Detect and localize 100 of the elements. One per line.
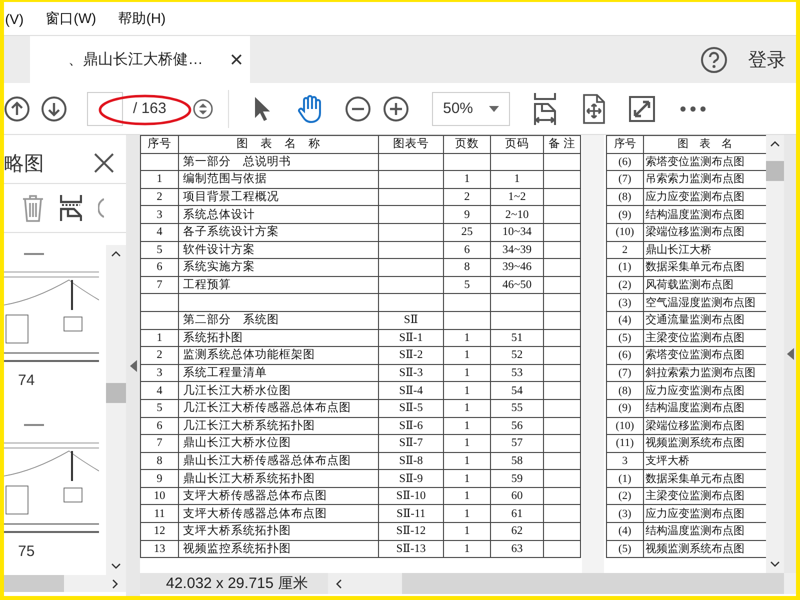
table-cell: 1 bbox=[140, 329, 178, 347]
page-stepper-icon[interactable] bbox=[193, 98, 213, 118]
column-header: 图 表 名 称 bbox=[178, 136, 378, 154]
scroll-thumb[interactable] bbox=[4, 575, 64, 592]
table-cell: 61 bbox=[490, 504, 544, 523]
table-cell: 13 bbox=[140, 540, 178, 558]
table-cell: 1 bbox=[444, 504, 490, 523]
scroll-right-icon[interactable] bbox=[112, 578, 118, 588]
scroll-down-icon[interactable] bbox=[770, 561, 780, 567]
table-cell: SⅡ-4 bbox=[378, 382, 444, 400]
table-cell: 2 bbox=[606, 241, 644, 259]
document-tab[interactable]: 、鼎山长江大桥健… bbox=[30, 36, 250, 83]
cursor-icon[interactable] bbox=[253, 96, 271, 122]
scroll-thumb[interactable] bbox=[106, 383, 126, 403]
table-cell: 项目背景工程概况 bbox=[178, 188, 378, 206]
table-cell: 1 bbox=[444, 329, 490, 347]
table-cell: 1 bbox=[140, 170, 178, 188]
table-cell: 51 bbox=[490, 329, 544, 347]
scroll-up-icon[interactable] bbox=[111, 251, 121, 257]
table-cell: 系统实施方案 bbox=[178, 258, 378, 276]
help-icon[interactable] bbox=[700, 46, 728, 74]
menu-item[interactable]: 窗口(W) bbox=[46, 10, 96, 28]
table-cell: SⅡ-8 bbox=[378, 452, 444, 470]
table-cell: SⅡ-1 bbox=[378, 329, 444, 347]
panel-title: 略图 bbox=[4, 152, 44, 176]
table-cell: SⅡ-6 bbox=[378, 417, 444, 435]
table-cell: (4) bbox=[606, 311, 644, 330]
table-cell: (1) bbox=[606, 258, 644, 276]
more-icon[interactable] bbox=[680, 106, 706, 112]
table-cell: 1 bbox=[444, 540, 490, 558]
scroll-down-icon[interactable] bbox=[111, 563, 121, 569]
table-cell: 8 bbox=[140, 452, 178, 470]
previous-page-icon[interactable] bbox=[4, 96, 30, 122]
scrollbar[interactable] bbox=[106, 245, 126, 575]
scroll-thumb[interactable] bbox=[766, 161, 784, 181]
table-cell: 39~46 bbox=[490, 258, 544, 276]
table-cell: SⅡ-13 bbox=[378, 540, 444, 558]
table-cell: 视频监控系统拓扑图 bbox=[178, 540, 378, 558]
table-cell: (9) bbox=[606, 206, 644, 224]
table-cell: (3) bbox=[606, 294, 644, 312]
table-cell: 56 bbox=[490, 417, 544, 435]
trash-icon[interactable] bbox=[22, 194, 44, 222]
collapse-arrow-icon[interactable] bbox=[130, 360, 136, 372]
table-cell: 各子系统设计方案 bbox=[178, 223, 378, 242]
scroll-up-icon[interactable] bbox=[770, 141, 780, 147]
zoom-dropdown[interactable]: 50% bbox=[432, 92, 510, 126]
table-cell: 支坪大桥系统拓扑图 bbox=[178, 522, 378, 540]
fit-width-icon[interactable] bbox=[532, 92, 558, 126]
table-cell: (5) bbox=[606, 329, 644, 347]
table-cell: 5 bbox=[444, 276, 490, 294]
table-cell: 1 bbox=[444, 346, 490, 364]
table-cell: 55 bbox=[490, 399, 544, 417]
table-cell: 2~10 bbox=[490, 206, 544, 224]
table-cell: 11 bbox=[140, 504, 178, 523]
table-cell: 54 bbox=[490, 382, 544, 400]
menu-item[interactable]: (V) bbox=[5, 10, 24, 26]
sign-in-link[interactable]: 登录 bbox=[748, 46, 786, 72]
table-cell: 5 bbox=[140, 241, 178, 259]
page-number: 75 bbox=[17, 542, 36, 562]
table-cell: 57 bbox=[490, 434, 544, 452]
scroll-thumb[interactable] bbox=[402, 573, 784, 594]
table-cell: SⅡ-12 bbox=[378, 522, 444, 540]
column-header: 序号 bbox=[140, 136, 178, 154]
table-cell: 3 bbox=[140, 364, 178, 382]
zoom-in-icon[interactable] bbox=[383, 96, 409, 122]
table-cell: 几江长江大桥系统拓扑图 bbox=[178, 417, 378, 435]
table-cell: 10~34 bbox=[490, 223, 544, 242]
scrollbar[interactable] bbox=[4, 575, 126, 592]
table-cell: 支坪大桥传感器总体布点图 bbox=[178, 504, 378, 523]
fullscreen-icon[interactable] bbox=[629, 96, 655, 122]
page-size-label: 42.032 x 29.715 厘米 bbox=[140, 573, 328, 594]
table-cell: (2) bbox=[606, 487, 644, 505]
table-cell: 鼎山长江大桥系统拓扑图 bbox=[178, 470, 378, 488]
table-cell: 9 bbox=[444, 206, 490, 224]
next-page-icon[interactable] bbox=[41, 96, 67, 122]
table-cell: 几江长江大桥水位图 bbox=[178, 382, 378, 400]
column-header: 备 注 bbox=[544, 136, 580, 154]
scroll-left-icon[interactable] bbox=[336, 578, 342, 588]
table-cell: 6 bbox=[444, 241, 490, 259]
table-cell: 监测系统总体功能框架图 bbox=[178, 346, 378, 364]
page-fit-icon[interactable] bbox=[582, 94, 606, 124]
table-cell: 鼎山长江大桥传感器总体布点图 bbox=[178, 452, 378, 470]
table-cell: (2) bbox=[606, 276, 644, 294]
table-cell: 4 bbox=[140, 382, 178, 400]
table-cell: 1 bbox=[444, 487, 490, 505]
table-cell: 7 bbox=[140, 434, 178, 452]
expand-arrow-icon[interactable] bbox=[786, 348, 794, 360]
table-cell: 10 bbox=[140, 487, 178, 505]
insert-page-icon[interactable] bbox=[60, 194, 82, 222]
table-cell: 25 bbox=[444, 223, 490, 242]
table-cell: 59 bbox=[490, 470, 544, 488]
menu-item[interactable]: 帮助(H) bbox=[118, 10, 166, 28]
table-cell: (7) bbox=[606, 364, 644, 382]
zoom-out-icon[interactable] bbox=[345, 96, 371, 122]
close-icon[interactable] bbox=[231, 54, 242, 65]
close-icon[interactable] bbox=[94, 153, 114, 173]
table-cell: SⅡ bbox=[378, 311, 444, 330]
table-cell: 1 bbox=[444, 434, 490, 452]
table-cell: 1 bbox=[444, 470, 490, 488]
table-cell: 2 bbox=[444, 188, 490, 206]
